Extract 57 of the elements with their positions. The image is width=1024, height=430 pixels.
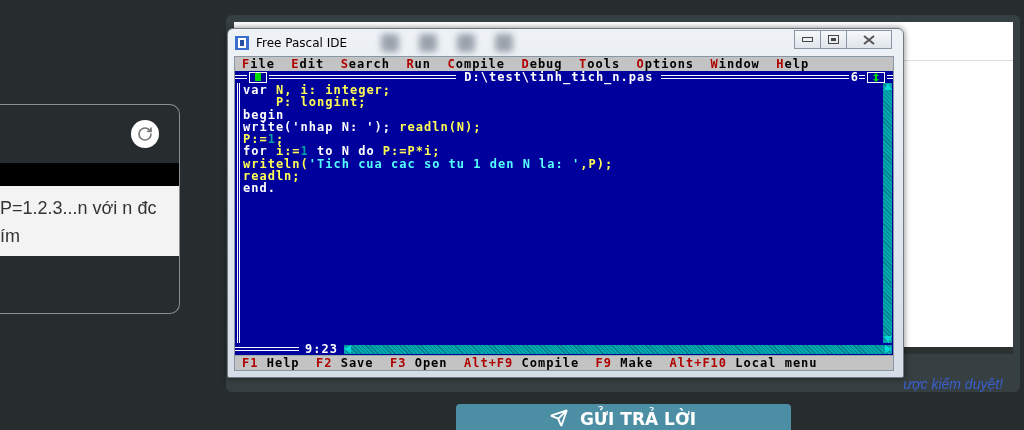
blurred-icon [381,33,400,52]
menu-item[interactable]: Tools [578,57,621,71]
left-arrow-icon[interactable] [343,345,352,353]
menu-item[interactable]: Search [340,57,390,71]
maximize-icon [828,35,839,44]
down-arrow-icon[interactable] [883,336,892,343]
zoom-box-button[interactable] [867,71,885,83]
blurred-icon [495,33,514,52]
horizontal-scrollbar[interactable] [343,344,892,354]
status-shortcut[interactable]: F2 Save [316,356,374,370]
code-line: writeln('Tich cua cac so tu 1 den N la: ',P); [243,157,615,171]
code-line: P:=1; [243,133,285,146]
close-box-button[interactable] [249,71,267,83]
refresh-button[interactable] [131,120,159,148]
minimize-icon [802,37,813,42]
close-icon [863,34,875,45]
file-path: D:\test\tinh_tich_n.pas [464,71,654,83]
window-title: Free Pascal IDE [256,35,348,50]
cursor-position: 9:23 [304,343,339,355]
app-icon [234,34,250,51]
menu-item[interactable]: Window [710,57,760,71]
maximize-button[interactable] [820,30,847,49]
menu-item[interactable]: Options [636,57,695,71]
square-icon [255,73,261,81]
blurred-icon [457,33,476,52]
menu-item[interactable]: Help [776,57,810,71]
status-shortcut[interactable]: F3 Open [389,356,448,370]
status-shortcut[interactable]: F1 Help [242,356,300,370]
status-shortcut[interactable]: Alt+F10 Local menu [669,356,818,370]
code-line: write('nhap N: '); readln(N); [243,120,483,134]
menu-item[interactable]: Edit [291,57,325,71]
menu-item[interactable]: File [242,57,275,71]
menu-item[interactable]: Debug [521,57,563,71]
code-line: P: longint; [275,96,367,109]
menu-item[interactable]: Compile [447,57,506,71]
up-arrow-icon[interactable] [883,83,892,90]
close-button[interactable] [846,30,892,49]
status-shortcut[interactable]: F9 Make [595,356,654,370]
vertical-scrollbar[interactable] [883,83,892,343]
menu-item[interactable]: Run [406,57,432,71]
status-shortcut[interactable]: Alt+F9 Compile [463,356,580,370]
code-line: begin [243,108,285,121]
code-editor[interactable]: D:\test\tinh_tich_n.pas 6 var N, i: integer; P: longint; begin write('nhap N: '); readln(N); P:=1; for i:=1 to N do P:=P*i; writeln('Tich cua cac so tu 1 den N la: ',P); readln; end. 9:23 [235,71,893,355]
refresh-icon [137,126,153,142]
send-icon [549,409,568,427]
blurred-icon [419,33,438,52]
up-down-arrow-icon [873,72,879,82]
minimize-button[interactable] [794,30,821,49]
submit-answer-button[interactable]: GỬI TRẢ LỜI [455,404,791,430]
window-number: 6 [849,71,859,83]
moderation-notice: ược kiểm duyệt! [903,376,1003,392]
right-arrow-icon[interactable] [884,345,892,353]
code-line: for i:=1 to N do P:=P*i; [243,145,442,158]
code-line: var N, i: integer; [243,84,393,97]
code-line: end. [243,182,276,195]
question-text: P=1.2.3...n với n đc ím [0,186,179,256]
code-line: readln; [243,170,301,183]
